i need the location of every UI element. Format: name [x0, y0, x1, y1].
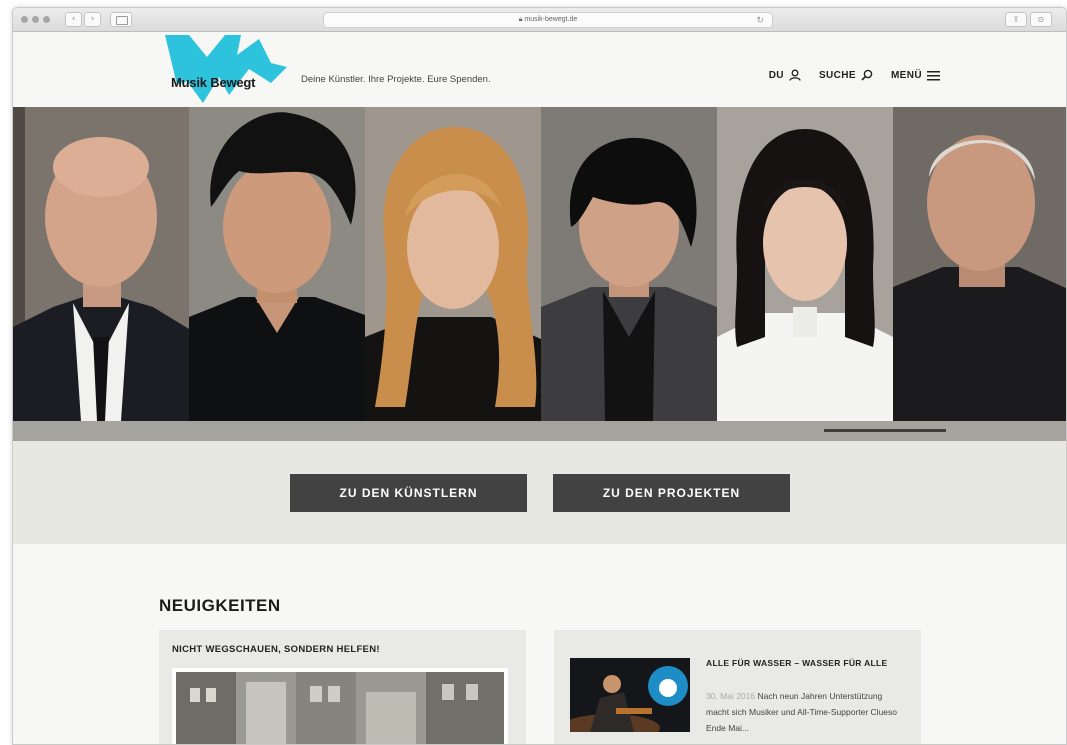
lock-icon: 🔒︎: [518, 16, 523, 23]
downloads-icon[interactable]: ⊙: [1030, 12, 1052, 27]
artist-portrait[interactable]: [541, 107, 717, 421]
site-tagline: Deine Künstler. Ihre Projekte. Eure Spen…: [301, 74, 491, 85]
nav-label-suche: SUCHE: [818, 69, 856, 81]
browser-toolbar: ‹ › 🔒︎ musik-bewegt.de ↻ ⇪ ⊙: [13, 8, 1066, 32]
cta-band: ZU DEN KÜNSTLERN ZU DEN PROJEKTEN: [13, 441, 1066, 544]
nav-item-suche[interactable]: SUCHE: [819, 69, 873, 81]
address-bar[interactable]: 🔒︎ musik-bewegt.de ↻: [323, 12, 773, 28]
carousel-scroll-thumb[interactable]: [824, 429, 946, 432]
news-heading: NEUIGKEITEN: [159, 596, 281, 615]
logo-text: Musik Bewegt: [171, 75, 256, 90]
news-card[interactable]: ALLE FÜR WASSER – WASSER FÜR ALLE 30. Ma…: [554, 630, 921, 744]
artist-portrait[interactable]: [365, 107, 541, 421]
zoom-window-button[interactable]: [43, 16, 50, 23]
reload-icon[interactable]: ↻: [756, 13, 764, 27]
browser-window: ‹ › 🔒︎ musik-bewegt.de ↻ ⇪ ⊙ Musik Beweg…: [12, 7, 1067, 745]
share-icon[interactable]: ⇪: [1005, 12, 1027, 27]
top-navigation: DU SUCHE MENÜ: [769, 69, 940, 81]
projects-button[interactable]: ZU DEN PROJEKTEN: [553, 474, 790, 512]
site-header: Musik Bewegt Deine Künstler. Ihre Projek…: [13, 33, 1066, 107]
carousel-scrollbar[interactable]: [13, 421, 1066, 441]
close-window-button[interactable]: [21, 16, 28, 23]
back-icon[interactable]: ‹: [65, 12, 82, 27]
artist-carousel[interactable]: [13, 107, 1066, 421]
nav-item-du[interactable]: DU: [769, 69, 801, 81]
url-text: musik-bewegt.de: [524, 16, 578, 23]
news-card-image[interactable]: [172, 668, 508, 744]
news-card-title: ALLE FÜR WASSER – WASSER FÜR ALLE: [706, 658, 888, 668]
news-card[interactable]: NICHT WEGSCHAUEN, SONDERN HELFEN!: [159, 630, 526, 744]
nav-label-du: DU: [768, 69, 784, 81]
site-logo[interactable]: Musik Bewegt: [163, 33, 288, 103]
forward-icon[interactable]: ›: [84, 12, 101, 27]
browser-actions: ⇪ ⊙: [1005, 12, 1052, 27]
news-card-title: NICHT WEGSCHAUEN, SONDERN HELFEN!: [172, 644, 380, 655]
artist-portrait[interactable]: [717, 107, 893, 421]
sidebar-icon[interactable]: [110, 12, 132, 27]
minimize-window-button[interactable]: [32, 16, 39, 23]
news-card-image[interactable]: [570, 658, 690, 732]
history-buttons: ‹ ›: [65, 12, 101, 27]
artist-portrait[interactable]: [13, 107, 189, 421]
search-icon: [861, 69, 873, 81]
artist-portrait[interactable]: [893, 107, 1066, 421]
user-icon: [789, 69, 801, 81]
logo-mark-icon: [165, 35, 287, 103]
hamburger-icon: [927, 70, 940, 80]
news-card-excerpt: 30. Mai 2016 Nach neun Jahren Unterstütz…: [706, 688, 906, 736]
news-card-date: 30. Mai 2016: [706, 691, 756, 701]
artists-button[interactable]: ZU DEN KÜNSTLERN: [290, 474, 527, 512]
window-controls[interactable]: [21, 16, 50, 23]
news-section: NEUIGKEITEN NICHT WEGSCHAUEN, SONDERN HE…: [13, 544, 1066, 744]
nav-item-menu[interactable]: MENÜ: [891, 70, 940, 81]
artist-portrait[interactable]: [189, 107, 365, 421]
nav-label-menu: MENÜ: [890, 69, 922, 81]
